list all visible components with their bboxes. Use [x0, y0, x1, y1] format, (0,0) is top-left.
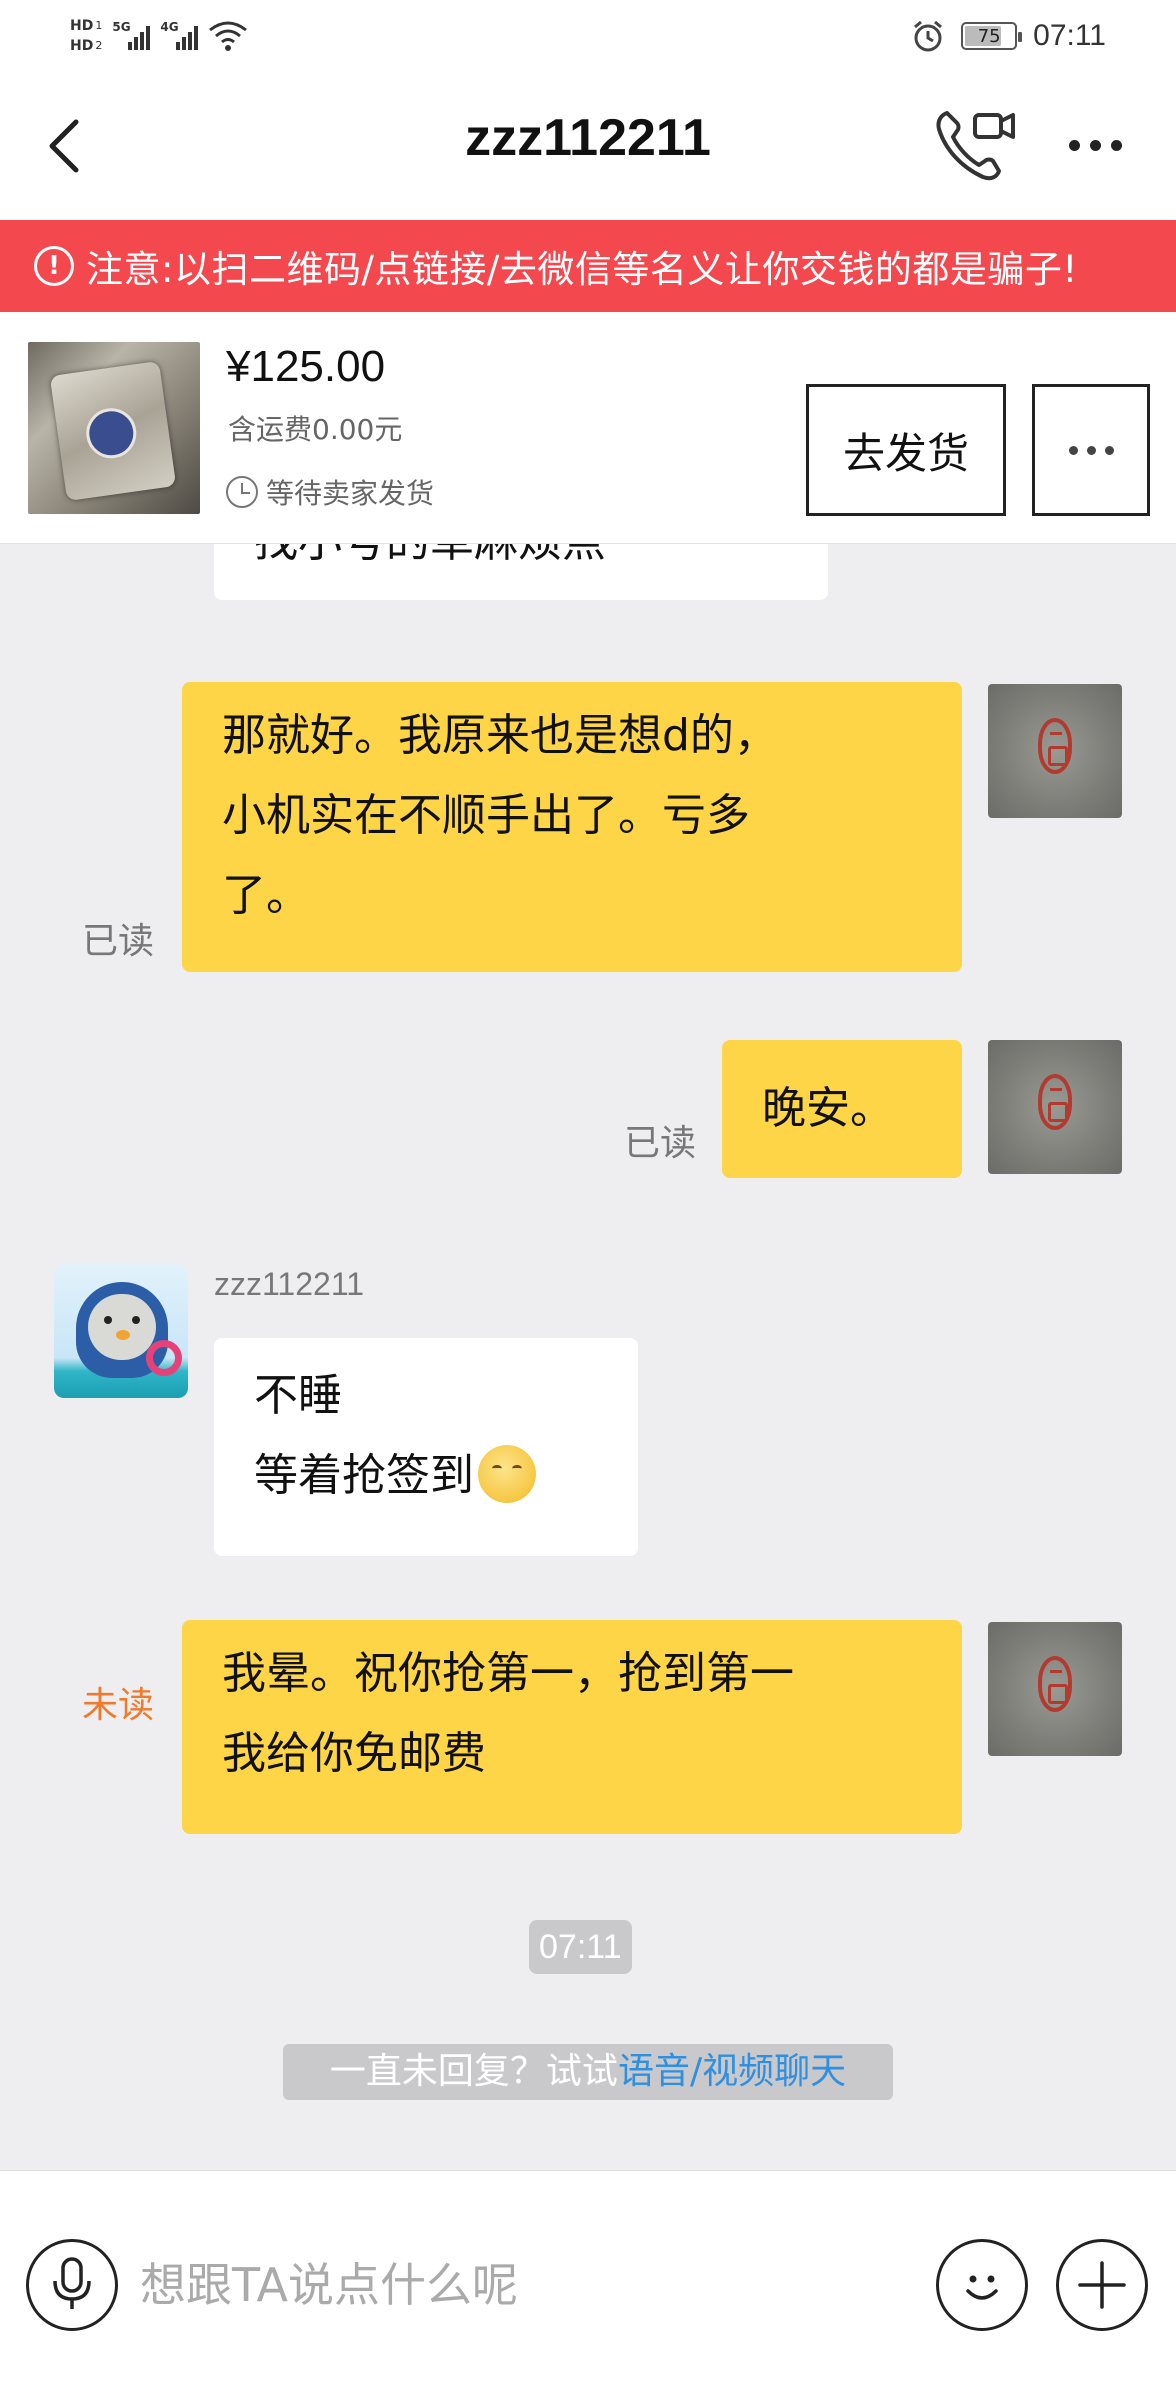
voice-video-chat-link[interactable]: 语音/视频聊天: [618, 2051, 846, 2092]
lighter-image: [49, 360, 177, 502]
message-bubble[interactable]: 那就好。我原来也是想d的， 小机实在不顺手出了。亏多 了。: [182, 682, 962, 972]
order-card: ¥125.00 含运费0.00元 等待卖家发货 去发货: [0, 312, 1176, 544]
status-bar-right: 75 07:11: [911, 12, 1106, 60]
call-suggestion-hint: 一直未回复？试试语音/视频聊天: [283, 2044, 893, 2100]
status-time: 07:11: [1033, 19, 1106, 52]
hd-indicators: HD 1 HD 2: [70, 18, 102, 54]
read-receipt: 已读: [82, 921, 155, 962]
input-bar: [0, 2170, 1176, 2400]
voice-video-call-button[interactable]: [930, 100, 1022, 190]
phone-video-icon: [936, 111, 1015, 181]
order-status-text: 等待卖家发货: [266, 477, 435, 510]
smirk-emoji-icon: [478, 1445, 536, 1503]
more-options-button[interactable]: [1055, 120, 1135, 170]
alarm-icon: [914, 20, 943, 52]
message-bubble[interactable]: 我晕。祝你抢第一，抢到第一 我给你免邮费: [182, 1620, 962, 1834]
shipping-fee: 含运费0.00元: [228, 413, 403, 446]
plus-icon: [1078, 2261, 1126, 2309]
order-status: 等待卖家发货: [226, 472, 434, 512]
message-bubble[interactable]: 晚安。: [722, 1040, 962, 1178]
smiley-icon: [966, 2275, 998, 2300]
wifi-icon: [208, 20, 248, 52]
clock-icon: [226, 476, 258, 508]
chat-header: zzz112211: [0, 70, 1176, 220]
product-image[interactable]: [28, 342, 200, 514]
signal-5g-icon: 5G: [112, 20, 151, 50]
timestamp-chip: 07:11: [529, 1920, 632, 1974]
status-bar: HD 1 HD 2 5G 4G 75 07:11: [0, 0, 1176, 70]
my-avatar[interactable]: [988, 684, 1122, 818]
message-bubble[interactable]: 不睡 等着抢签到: [214, 1338, 638, 1556]
more-actions-button[interactable]: [1056, 2239, 1148, 2331]
message-input[interactable]: [140, 2243, 900, 2327]
sender-name: zzz112211: [214, 1266, 365, 1302]
read-receipt: 已读: [624, 1123, 697, 1164]
emoji-button[interactable]: [936, 2239, 1028, 2331]
message-list[interactable]: 找小号的草麻烦点 已读 那就好。我原来也是想d的， 小机实在不顺手出了。亏多 了…: [0, 544, 1176, 2170]
warning-text: 注意:以扫二维码/点链接/去微信等名义让你交钱的都是骗子!: [86, 248, 1078, 291]
scam-warning-banner: ! 注意:以扫二维码/点链接/去微信等名义让你交钱的都是骗子!: [0, 220, 1176, 312]
signal-4g-icon: 4G: [160, 20, 199, 50]
hd2-indicator: HD 2: [70, 38, 103, 54]
microphone-icon: [53, 2257, 91, 2309]
ship-button[interactable]: 去发货: [806, 384, 1006, 516]
emblem-icon: [83, 405, 140, 462]
voice-input-button[interactable]: [26, 2239, 118, 2331]
unread-receipt: 未读: [82, 1685, 155, 1726]
my-avatar[interactable]: [988, 1622, 1122, 1756]
order-more-button[interactable]: [1032, 384, 1150, 516]
my-avatar[interactable]: [988, 1040, 1122, 1174]
warning-icon: !: [34, 246, 74, 286]
contact-avatar[interactable]: [54, 1264, 188, 1398]
battery-icon: 75: [961, 22, 1023, 50]
status-bar-left: HD 1 HD 2 5G 4G: [70, 8, 248, 64]
message-bubble[interactable]: 找小号的草麻烦点: [214, 544, 828, 600]
battery-level: 75: [977, 25, 1001, 47]
hd1-indicator: HD 1: [70, 18, 103, 34]
order-price: ¥125.00: [226, 342, 386, 391]
